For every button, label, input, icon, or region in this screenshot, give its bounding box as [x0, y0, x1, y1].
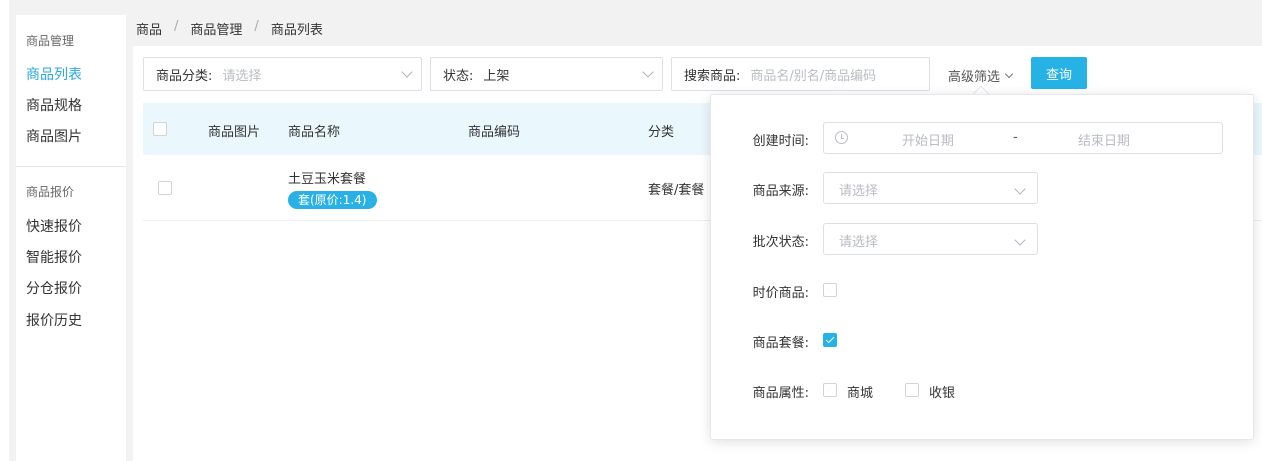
batch-status-placeholder: 请选择	[839, 235, 879, 250]
select-all-checkbox[interactable]	[153, 122, 167, 136]
combo-price-badge: 套(原价:1.4)	[288, 191, 377, 209]
advanced-filter-label: 高级筛选	[948, 70, 1001, 85]
breadcrumb-separator: /	[254, 19, 259, 34]
chevron-down-icon	[401, 66, 413, 78]
chevron-down-icon	[642, 66, 654, 78]
column-header-category: 分类	[648, 125, 675, 140]
time-price-label: 时价商品:	[752, 286, 809, 301]
status-select[interactable]: 状态: 上架	[430, 57, 663, 91]
chevron-down-icon	[1004, 69, 1014, 79]
created-time-label: 创建时间:	[752, 134, 809, 149]
column-header-code: 商品编码	[468, 125, 521, 140]
category-label: 商品分类:	[156, 68, 213, 84]
date-range-separator: -	[1013, 130, 1018, 145]
source-label: 商品来源:	[752, 184, 809, 199]
source-placeholder: 请选择	[839, 184, 879, 199]
search-label: 搜索商品:	[684, 68, 741, 84]
combo-label: 商品套餐:	[752, 336, 809, 351]
breadcrumb-item-product-management[interactable]: 商品管理	[190, 19, 242, 38]
sidebar-item-warehouse-quote[interactable]: 分仓报价	[26, 278, 82, 298]
status-value: 上架	[483, 68, 510, 84]
batch-status-select[interactable]: 请选择	[823, 223, 1038, 255]
sidebar-divider	[16, 166, 126, 167]
clock-icon	[835, 131, 848, 144]
attribute-cashier-checkbox[interactable]	[905, 383, 919, 397]
combo-checkbox[interactable]	[823, 333, 837, 347]
sidebar-group-title-product-quote: 商品报价	[26, 185, 75, 199]
start-date-placeholder[interactable]: 开始日期	[902, 130, 954, 149]
breadcrumb-item-product[interactable]: 商品	[136, 19, 162, 38]
attribute-mall-checkbox[interactable]	[823, 383, 837, 397]
category-placeholder: 请选择	[222, 68, 262, 84]
row-checkbox[interactable]	[158, 181, 172, 195]
breadcrumb: 商品 / 商品管理 / 商品列表	[136, 19, 323, 38]
attribute-cashier-label[interactable]: 收银	[929, 382, 955, 401]
sidebar-item-product-spec[interactable]: 商品规格	[26, 95, 82, 115]
attribute-mall-label[interactable]: 商城	[847, 382, 873, 401]
search-placeholder: 商品名/别名/商品编码	[750, 68, 877, 84]
sidebar-item-product-list[interactable]: 商品列表	[26, 64, 82, 84]
chevron-down-icon	[1014, 234, 1026, 246]
advanced-filter-panel: 创建时间: 开始日期 - 结束日期 商品来源: 请选择 批次状态: 请选择 时价…	[710, 94, 1254, 440]
advanced-filter-toggle[interactable]: 高级筛选	[948, 66, 1014, 85]
chevron-down-icon	[1014, 183, 1026, 195]
product-name[interactable]: 土豆玉米套餐	[288, 168, 366, 187]
left-edge-panel	[0, 0, 9, 461]
sidebar-item-quick-quote[interactable]: 快速报价	[26, 216, 82, 236]
category-select[interactable]: 商品分类: 请选择	[143, 57, 422, 91]
sidebar-item-quote-history[interactable]: 报价历史	[26, 310, 82, 330]
sidebar-item-smart-quote[interactable]: 智能报价	[26, 247, 82, 267]
column-header-image: 商品图片	[208, 125, 261, 140]
created-date-range-picker[interactable]: 开始日期 - 结束日期	[823, 122, 1223, 154]
status-label: 状态:	[443, 68, 474, 84]
column-header-name: 商品名称	[288, 125, 341, 140]
sidebar-item-product-images[interactable]: 商品图片	[26, 126, 82, 146]
sidebar: 商品管理 商品列表 商品规格 商品图片 商品报价 快速报价 智能报价 分仓报价 …	[16, 15, 126, 461]
query-button[interactable]: 查询	[1031, 57, 1087, 89]
sidebar-group-title-product-management: 商品管理	[26, 34, 75, 48]
attribute-label: 商品属性:	[752, 386, 809, 401]
time-price-checkbox[interactable]	[823, 283, 837, 297]
product-category: 套餐/套餐	[648, 183, 705, 198]
breadcrumb-item-product-list: 商品列表	[270, 23, 323, 38]
batch-status-label: 批次状态:	[752, 235, 809, 250]
search-input[interactable]: 搜索商品: 商品名/别名/商品编码	[671, 57, 930, 91]
source-select[interactable]: 请选择	[823, 172, 1038, 204]
breadcrumb-separator: /	[174, 19, 179, 34]
end-date-placeholder[interactable]: 结束日期	[1078, 130, 1130, 149]
